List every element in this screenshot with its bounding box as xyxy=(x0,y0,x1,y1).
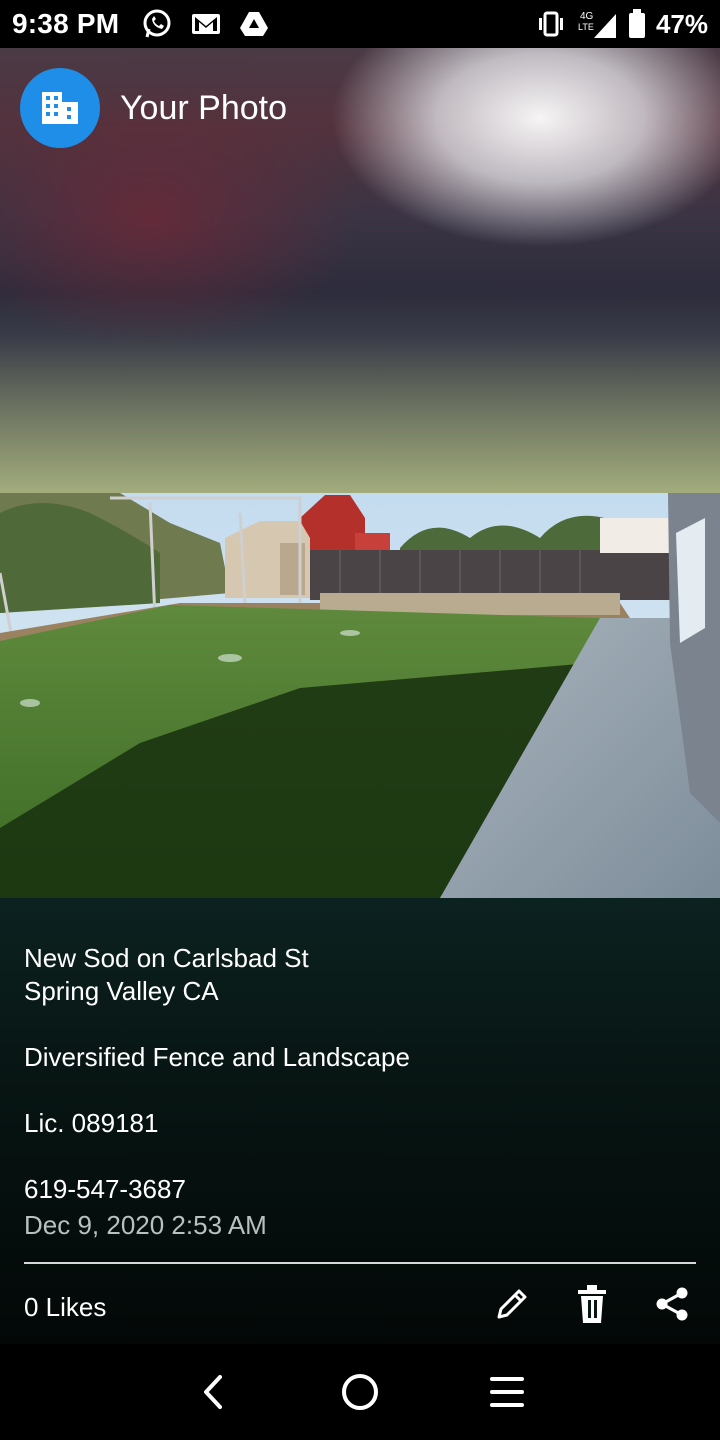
likes-count[interactable]: 0 Likes xyxy=(24,1292,106,1323)
back-icon xyxy=(198,1374,228,1410)
vibrate-icon xyxy=(536,11,566,37)
caption-line: Diversified Fence and Landscape xyxy=(24,1042,410,1072)
svg-text:4G: 4G xyxy=(580,11,594,22)
post-caption: New Sod on Carlsbad St Spring Valley CA … xyxy=(24,942,410,1206)
battery-percent: 47% xyxy=(655,8,708,39)
svg-text:LTE: LTE xyxy=(578,22,594,32)
caption-line: Lic. 089181 xyxy=(24,1108,159,1138)
drive-icon xyxy=(239,11,269,37)
delete-icon xyxy=(576,1284,608,1324)
building-icon xyxy=(40,90,80,126)
divider xyxy=(24,1262,696,1264)
post-timestamp: Dec 9, 2020 2:53 AM xyxy=(24,1210,267,1240)
caption-line: 619-547-3687 xyxy=(24,1174,186,1204)
caption-line: Spring Valley CA xyxy=(24,976,219,1006)
header: Your Photo xyxy=(20,68,287,148)
back-button[interactable] xyxy=(183,1362,243,1422)
lawn-photo-image xyxy=(0,493,720,898)
caption-line xyxy=(24,1140,410,1173)
business-avatar[interactable] xyxy=(20,68,100,148)
edit-icon xyxy=(493,1285,531,1323)
menu-icon xyxy=(489,1374,525,1410)
status-time: 9:38 PM xyxy=(12,8,120,39)
home-icon xyxy=(340,1372,380,1412)
post-details: New Sod on Carlsbad St Spring Valley CA … xyxy=(0,898,720,1344)
signal-icon: 4G LTE xyxy=(576,8,618,40)
delete-button[interactable] xyxy=(570,1282,614,1326)
home-button[interactable] xyxy=(330,1362,390,1422)
caption-line xyxy=(24,1074,410,1107)
battery-icon xyxy=(628,9,646,39)
status-bar: 9:38 PM 4G LTE 47% xyxy=(0,0,720,48)
menu-button[interactable] xyxy=(477,1362,537,1422)
share-icon xyxy=(654,1286,690,1322)
post-photo[interactable] xyxy=(0,493,720,898)
whatsapp-icon xyxy=(141,8,173,40)
caption-line: New Sod on Carlsbad St xyxy=(24,943,309,973)
share-button[interactable] xyxy=(650,1282,694,1326)
edit-button[interactable] xyxy=(490,1282,534,1326)
navigation-bar xyxy=(0,1344,720,1440)
gmail-icon xyxy=(191,12,221,36)
page-title: Your Photo xyxy=(120,88,287,127)
caption-line xyxy=(24,1008,410,1041)
